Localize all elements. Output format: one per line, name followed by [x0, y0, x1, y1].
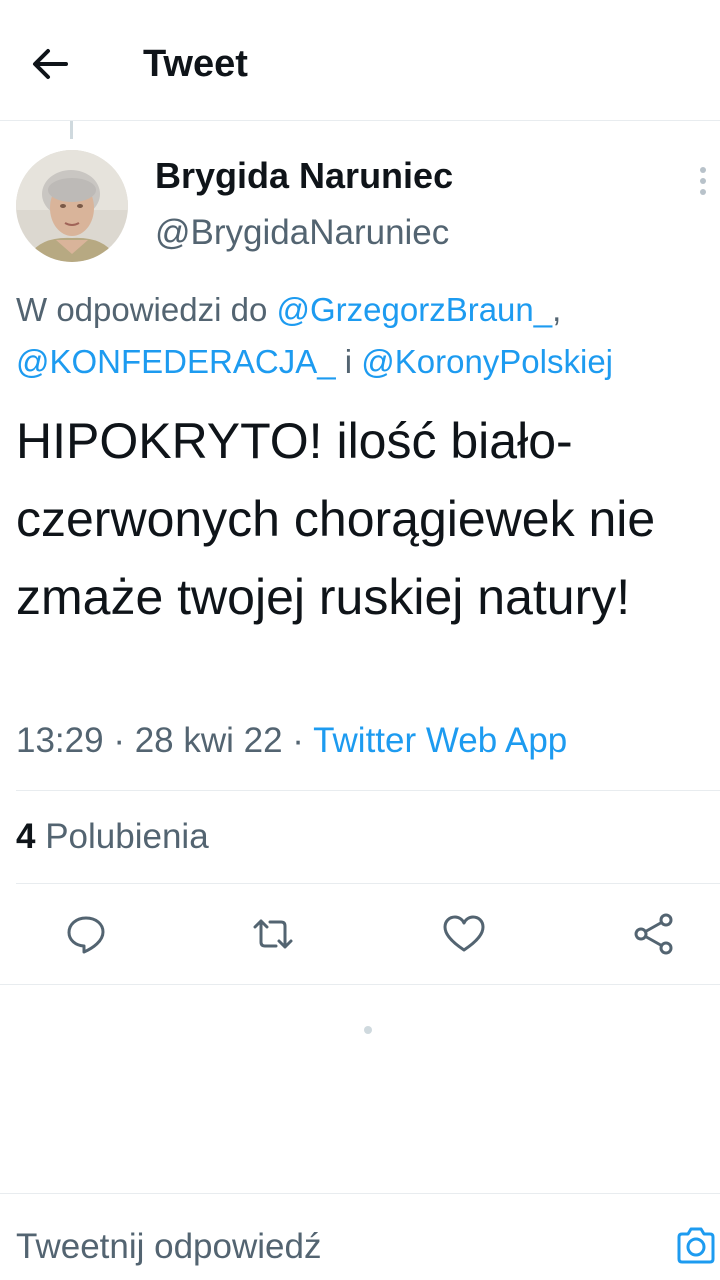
mention-link-konfederacja[interactable]: @KONFEDERACJA_: [16, 343, 336, 380]
reply-input[interactable]: Tweetnij odpowiedź: [16, 1222, 321, 1272]
tweet-metadata: 13:29 · 28 kwi 22 · Twitter Web App: [16, 716, 567, 766]
reply-context: W odpowiedzi do @GrzegorzBraun_, @KONFEDE…: [16, 284, 716, 388]
avatar[interactable]: [16, 150, 128, 262]
reply-context-prefix: W odpowiedzi do: [16, 291, 277, 328]
divider: [0, 1193, 720, 1194]
mention-link-koronypolskiej[interactable]: @KoronyPolskiej: [361, 343, 613, 380]
camera-icon[interactable]: [672, 1222, 720, 1270]
reply-context-conjunction: i: [335, 343, 362, 380]
back-arrow-icon[interactable]: [26, 40, 74, 88]
more-options-icon[interactable]: [690, 164, 716, 198]
reply-context-separator: ,: [552, 291, 562, 328]
retweet-icon[interactable]: [249, 910, 297, 958]
mention-link-grzegorzbraun[interactable]: @GrzegorzBraun_: [276, 291, 552, 328]
top-bar: Tweet: [0, 0, 720, 121]
tweet-time[interactable]: 13:29: [16, 721, 104, 760]
likes-label: Polubienia: [45, 817, 209, 856]
share-icon[interactable]: [630, 910, 678, 958]
reply-icon[interactable]: [62, 910, 110, 958]
thread-connector-line: [70, 121, 73, 139]
like-icon[interactable]: [440, 910, 488, 958]
author-name[interactable]: Brygida Naruniec: [155, 154, 453, 198]
author-handle[interactable]: @BrygidaNaruniec: [155, 211, 449, 255]
tweet-date[interactable]: 28 kwi 22: [135, 721, 283, 760]
likes-stat[interactable]: 4 Polubienia: [16, 812, 209, 862]
loading-indicator-dot: [364, 1026, 372, 1034]
likes-count: 4: [16, 817, 36, 856]
divider: [16, 883, 720, 884]
tweet-source-link[interactable]: Twitter Web App: [313, 721, 567, 760]
meta-separator: ·: [103, 721, 135, 760]
page-title: Tweet: [143, 43, 248, 85]
divider: [16, 790, 720, 791]
tweet-text: HIPOKRYTO! ilość biało-czerwonych chorąg…: [16, 413, 656, 625]
divider: [0, 984, 720, 985]
meta-separator: ·: [282, 721, 314, 760]
